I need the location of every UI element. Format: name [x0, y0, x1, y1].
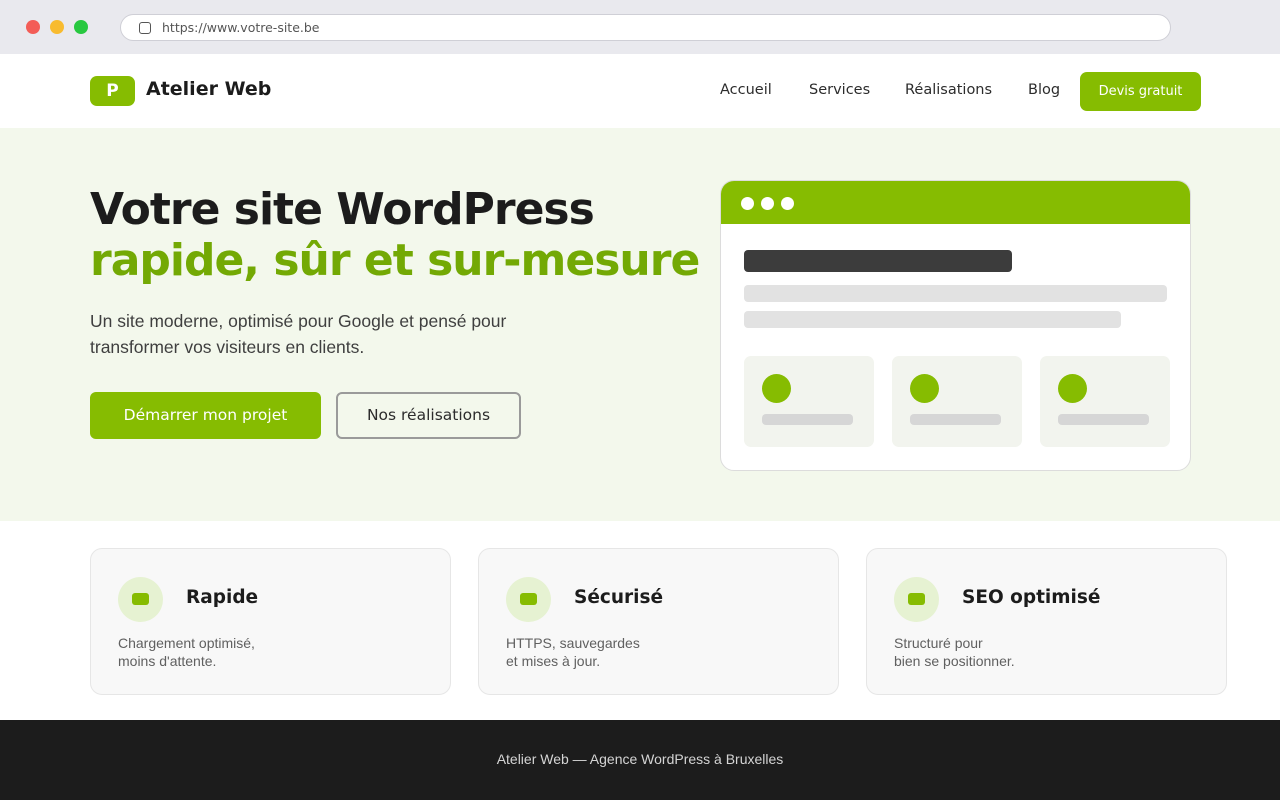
logo-icon[interactable]: P: [90, 76, 135, 106]
mockup-card-line: [1058, 414, 1149, 425]
mockup-card: [744, 356, 874, 447]
feature-title: SEO optimisé: [962, 587, 1101, 608]
mockup-card-line: [910, 414, 1001, 425]
nav-link-services[interactable]: Services: [809, 82, 870, 98]
hero-description: Un site moderne, optimisé pour Google et…: [90, 311, 507, 357]
address-bar[interactable]: https://www.votre-site.be: [120, 14, 1171, 41]
mockup-dot-icon: [741, 197, 754, 210]
feature-card-seo: SEO optimisé Structuré pour bien se posi…: [866, 548, 1227, 695]
mockup-heading-placeholder: [744, 250, 1012, 272]
url-text[interactable]: https://www.votre-site.be: [162, 20, 320, 35]
speed-icon: [118, 577, 163, 622]
mockup-circle-icon: [762, 374, 791, 403]
start-project-button[interactable]: Démarrer mon projet: [90, 392, 321, 439]
shield-icon: [506, 577, 551, 622]
feature-description: Chargement optimisé, moins d'attente.: [118, 635, 255, 669]
site-footer: Atelier Web — Agence WordPress à Bruxell…: [0, 720, 1280, 800]
mockup-dot-icon: [781, 197, 794, 210]
feature-description: Structuré pour bien se positionner.: [894, 635, 1015, 669]
mockup-circle-icon: [1058, 374, 1087, 403]
mockup-toolbar: [721, 181, 1190, 224]
feature-card-rapide: Rapide Chargement optimisé, moins d'atte…: [90, 548, 451, 695]
feature-title: Rapide: [186, 587, 259, 608]
portfolio-button[interactable]: Nos réalisations: [336, 392, 521, 439]
nav-link-realisations[interactable]: Réalisations: [905, 82, 992, 98]
mockup-card: [1040, 356, 1170, 447]
logo-text[interactable]: Atelier Web: [146, 78, 271, 100]
nav-link-blog[interactable]: Blog: [1028, 82, 1060, 98]
hero-subtitle: rapide, sûr et sur-mesure: [90, 235, 700, 286]
mockup-dot-icon: [761, 197, 774, 210]
minimize-window-button[interactable]: [50, 20, 64, 34]
seo-icon: [894, 577, 939, 622]
page-icon: [139, 22, 151, 34]
mockup-card-line: [762, 414, 853, 425]
website-mockup-illustration: [720, 180, 1191, 471]
mockup-circle-icon: [910, 374, 939, 403]
site-header: P Atelier Web Accueil Services Réalisati…: [0, 54, 1280, 128]
hero-title: Votre site WordPress: [90, 184, 595, 235]
maximize-window-button[interactable]: [74, 20, 88, 34]
mockup-text-placeholder: [744, 311, 1121, 328]
feature-description: HTTPS, sauvegardes et mises à jour.: [506, 635, 640, 669]
mockup-card: [892, 356, 1022, 447]
feature-title: Sécurisé: [574, 587, 664, 608]
free-quote-button[interactable]: Devis gratuit: [1080, 72, 1201, 111]
close-window-button[interactable]: [26, 20, 40, 34]
nav-link-accueil[interactable]: Accueil: [720, 82, 772, 98]
browser-chrome: https://www.votre-site.be: [0, 0, 1280, 54]
hero-section: Votre site WordPress rapide, sûr et sur-…: [0, 128, 1280, 521]
mockup-text-placeholder: [744, 285, 1167, 302]
footer-text: Atelier Web — Agence WordPress à Bruxell…: [496, 751, 784, 767]
feature-card-securise: Sécurisé HTTPS, sauvegardes et mises à j…: [478, 548, 839, 695]
